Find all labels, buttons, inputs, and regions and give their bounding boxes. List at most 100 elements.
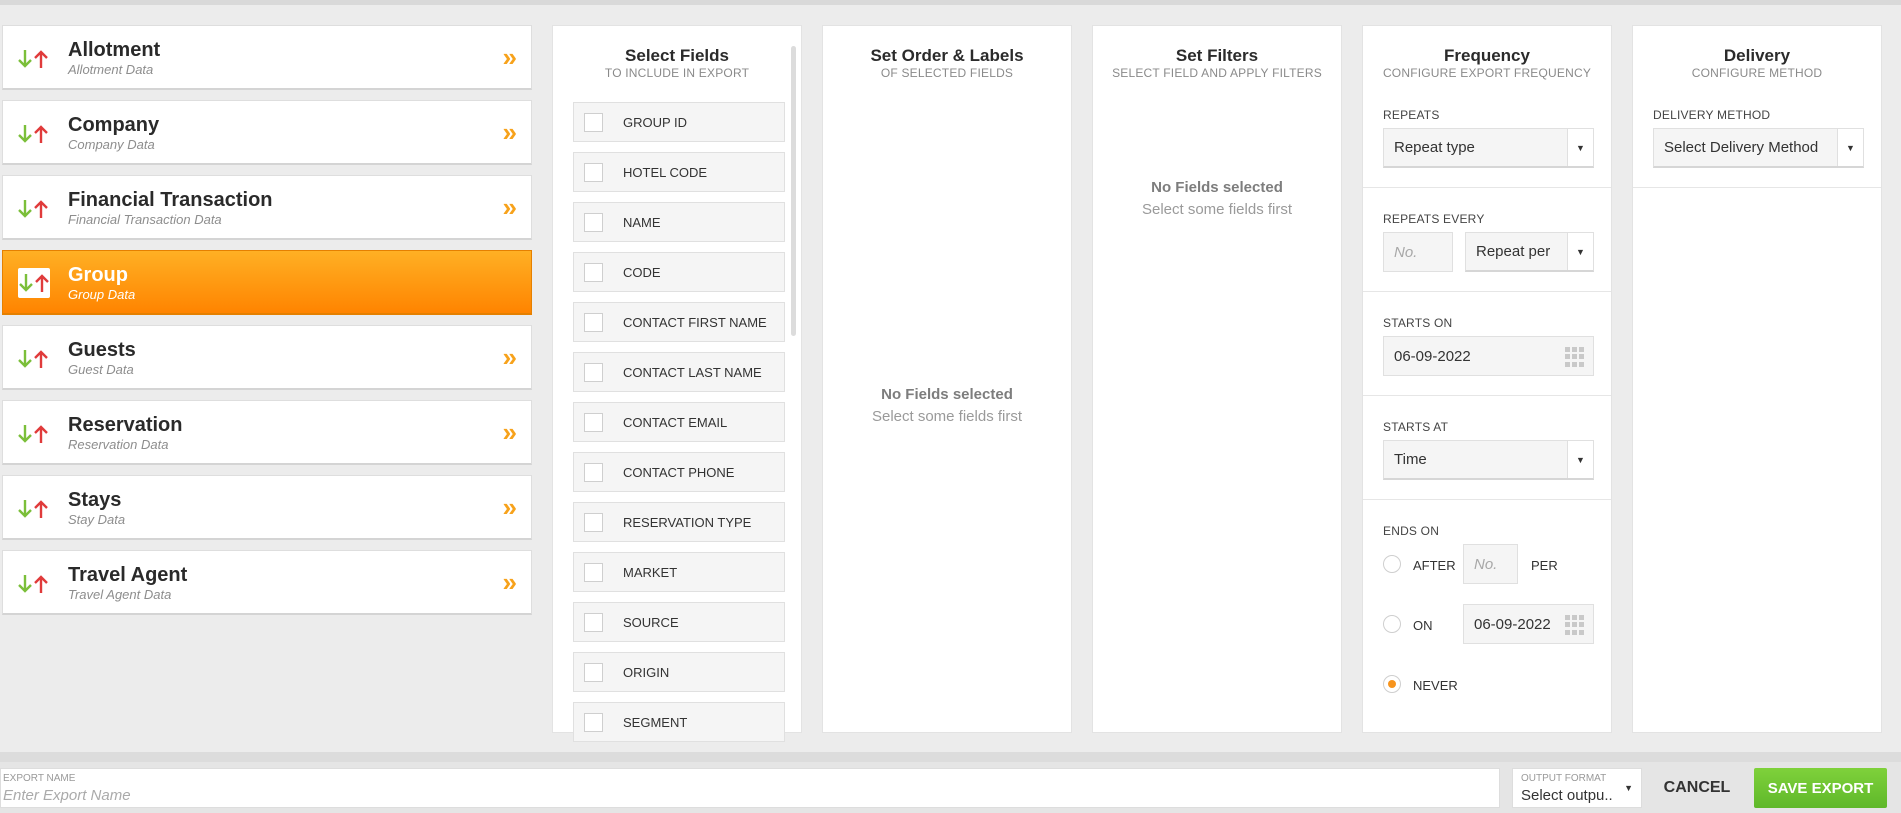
panel-subtitle: TO INCLUDE IN EXPORT <box>604 66 750 80</box>
field-checkbox[interactable] <box>584 312 603 332</box>
empty-title: No Fields selected <box>881 386 1013 403</box>
field-checkbox[interactable] <box>584 712 603 732</box>
source-text: Allotment Allotment Data <box>68 38 160 77</box>
field-checkbox[interactable] <box>584 212 603 232</box>
panel-title: Select Fields <box>625 46 729 65</box>
repeat-count-input[interactable]: No. <box>1383 232 1453 272</box>
source-title: Reservation <box>68 414 183 436</box>
double-chevron-right-icon[interactable]: » <box>503 494 517 520</box>
sort-arrows-icon <box>17 198 51 220</box>
field-checkbox[interactable] <box>584 362 603 382</box>
calendar-icon[interactable] <box>1565 347 1585 367</box>
starts-on-date-input[interactable]: 06-09-2022 <box>1383 336 1594 376</box>
delivery-method-select[interactable]: Select Delivery Method ▼ <box>1653 128 1864 168</box>
field-checkbox[interactable] <box>584 512 603 532</box>
starts-at-value: Time <box>1394 451 1427 468</box>
repeats-every-label: REPEATS EVERY <box>1383 212 1485 226</box>
source-item[interactable]: Company Company Data » <box>2 100 532 165</box>
field-label: CONTACT EMAIL <box>623 414 728 430</box>
save-export-button[interactable]: SAVE EXPORT <box>1754 768 1887 808</box>
source-text: Stays Stay Data <box>68 488 125 527</box>
end-after-radio[interactable] <box>1383 555 1401 573</box>
cancel-button[interactable]: CANCEL <box>1654 768 1740 808</box>
double-chevron-right-icon[interactable]: » <box>503 119 517 145</box>
field-item[interactable]: SOURCE <box>573 602 785 642</box>
field-label: RESERVATION TYPE <box>623 514 752 530</box>
caret-down-icon: ▼ <box>1567 233 1593 270</box>
frequency-panel: Frequency CONFIGURE EXPORT FREQUENCY REP… <box>1362 25 1612 733</box>
source-item[interactable]: Financial Transaction Financial Transacti… <box>2 175 532 240</box>
source-item[interactable]: Travel Agent Travel Agent Data » <box>2 550 532 615</box>
starts-at-select[interactable]: Time ▼ <box>1383 440 1594 480</box>
field-label: CODE <box>623 264 661 280</box>
empty-text: Select some fields first <box>1141 201 1293 218</box>
field-item[interactable]: GROUP ID <box>573 102 785 142</box>
ends-on-label: ENDS ON <box>1383 524 1440 538</box>
source-text: Guests Guest Data <box>68 338 136 377</box>
starts-at-label: STARTS AT <box>1383 420 1449 434</box>
field-checkbox[interactable] <box>584 662 603 682</box>
top-bar <box>0 0 1901 5</box>
field-item[interactable]: ORIGIN <box>573 652 785 692</box>
double-chevron-right-icon[interactable]: » <box>503 419 517 445</box>
field-checkbox[interactable] <box>584 412 603 432</box>
field-item[interactable]: CONTACT PHONE <box>573 452 785 492</box>
field-checkbox[interactable] <box>584 162 603 182</box>
calendar-icon[interactable] <box>1565 615 1585 635</box>
sort-arrows-icon <box>18 500 48 518</box>
source-title: Allotment <box>68 39 161 61</box>
field-label: NAME <box>623 214 661 230</box>
field-label: CONTACT PHONE <box>623 464 735 480</box>
field-item[interactable]: SEGMENT <box>573 702 785 742</box>
field-item[interactable]: RESERVATION TYPE <box>573 502 785 542</box>
caret-down-icon: ▼ <box>1567 129 1593 166</box>
field-label: SOURCE <box>623 614 679 630</box>
ends-on-section: ENDS ON AFTER No. PER ON 06-09-2022 NEVE… <box>1363 500 1611 732</box>
end-per-label: PER <box>1531 558 1558 573</box>
end-never-label: NEVER <box>1413 678 1458 693</box>
empty-state: No Fields selected Select some fields fi… <box>1093 177 1341 221</box>
field-item[interactable]: MARKET <box>573 552 785 592</box>
field-label: GROUP ID <box>623 114 688 130</box>
output-format-value: Select outpu.. <box>1521 787 1613 804</box>
double-chevron-right-icon[interactable]: » <box>503 194 517 220</box>
output-format-select[interactable]: OUTPUT FORMAT Select outpu.. ▼ <box>1512 768 1642 808</box>
sort-arrows-icon <box>18 125 48 143</box>
field-item[interactable]: HOTEL CODE <box>573 152 785 192</box>
field-item[interactable]: CODE <box>573 252 785 292</box>
field-checkbox[interactable] <box>584 462 603 482</box>
field-item[interactable]: CONTACT FIRST NAME <box>573 302 785 342</box>
export-name-field[interactable]: EXPORT NAME Enter Export Name <box>0 768 1500 808</box>
source-item[interactable]: Guests Guest Data » <box>2 325 532 390</box>
source-item[interactable]: GroupGroup Data» <box>2 250 532 315</box>
source-item[interactable]: Allotment Allotment Data » <box>2 25 532 90</box>
end-on-date-input[interactable]: 06-09-2022 <box>1463 604 1594 644</box>
delivery-method-value: Select Delivery Method <box>1664 139 1819 156</box>
source-title: Travel Agent <box>68 564 188 586</box>
end-never-radio[interactable] <box>1383 675 1401 693</box>
double-chevron-right-icon[interactable]: » <box>503 569 517 595</box>
double-chevron-right-icon[interactable]: » <box>503 344 517 370</box>
end-on-label: ON <box>1413 618 1433 633</box>
end-after-count-input[interactable]: No. <box>1463 544 1518 584</box>
end-on-radio[interactable] <box>1383 615 1401 633</box>
fields-scrollbar[interactable] <box>791 46 796 336</box>
field-list: GROUP ID HOTEL CODE NAME CODE CONTACT FIRST … <box>573 102 785 752</box>
repeat-per-select[interactable]: Repeat per ▼ <box>1465 232 1594 272</box>
source-title: Stays <box>68 489 122 511</box>
field-checkbox[interactable] <box>584 562 603 582</box>
repeat-type-select[interactable]: Repeat type ▼ <box>1383 128 1594 168</box>
double-chevron-right-icon[interactable]: » <box>503 44 517 70</box>
source-item[interactable]: Stays Stay Data » <box>2 475 532 540</box>
sort-arrows-icon <box>18 50 48 68</box>
delivery-method-section: DELIVERY METHOD Select Delivery Method ▼ <box>1633 26 1881 188</box>
field-checkbox[interactable] <box>584 612 603 632</box>
field-item[interactable]: NAME <box>573 202 785 242</box>
field-checkbox[interactable] <box>584 262 603 282</box>
source-item[interactable]: Reservation Reservation Data » <box>2 400 532 465</box>
export-name-input[interactable]: Enter Export Name <box>3 787 131 804</box>
field-checkbox[interactable] <box>584 112 603 132</box>
starts-on-value: 06-09-2022 <box>1394 347 1471 365</box>
field-item[interactable]: CONTACT EMAIL <box>573 402 785 442</box>
field-item[interactable]: CONTACT LAST NAME <box>573 352 785 392</box>
